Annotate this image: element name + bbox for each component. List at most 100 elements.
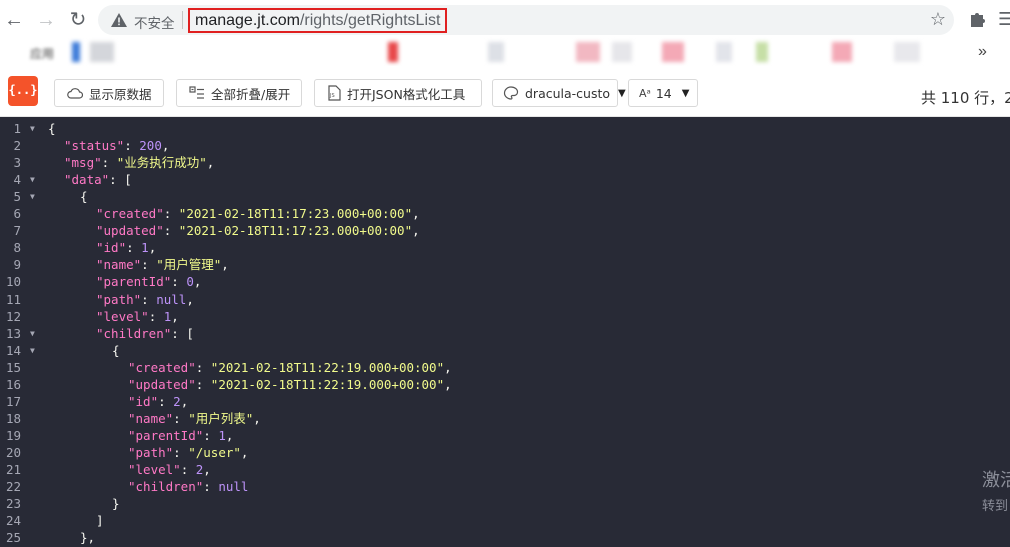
line-number: 12 <box>5 308 21 324</box>
json-number: 1 <box>218 427 226 443</box>
code-line[interactable]: 8 "id": 1, <box>0 239 1010 256</box>
chevron-down-icon: ▼ <box>681 87 690 99</box>
font-size-select[interactable]: Aᵃ 14 ▼ <box>628 79 698 107</box>
line-number: 9 <box>13 257 21 273</box>
palette-icon <box>503 86 519 100</box>
code-line[interactable]: 9 "name": "用户管理", <box>0 256 1010 273</box>
warning-icon[interactable] <box>110 11 128 29</box>
code-line[interactable]: 18 "name": "用户列表", <box>0 410 1010 427</box>
json-string: "用户管理" <box>156 257 222 273</box>
fold-toggle-icon[interactable]: ▼ <box>30 171 35 188</box>
open-json-tool-button[interactable]: JS 打开JSON格式化工具 <box>314 79 482 107</box>
extensions-puzzle-icon[interactable] <box>968 10 986 28</box>
code-content: "path": null, <box>96 291 194 308</box>
browser-menu-icon[interactable]: ☰ <box>998 9 1010 30</box>
json-punctuation: : <box>163 223 179 239</box>
bookmark-item[interactable] <box>576 42 600 62</box>
json-code-editor[interactable]: 1 ▼{2 "status": 200, 3 "msg": "业务执行成功", 4 ▼ "da… <box>0 117 1010 547</box>
bookmark-item[interactable] <box>488 42 504 62</box>
line-number: 4 <box>13 172 21 188</box>
url-text[interactable]: manage.jt.com/rights/getRightsList <box>188 8 448 33</box>
bookmark-item[interactable] <box>90 42 114 62</box>
code-line[interactable]: 19 "parentId": 1, <box>0 427 1010 444</box>
line-number: 18 <box>5 410 21 426</box>
code-line[interactable]: 2 "status": 200, <box>0 137 1010 154</box>
fold-toggle-button[interactable]: 全部折叠/展开 <box>176 79 302 107</box>
json-punctuation: , <box>225 427 234 443</box>
fold-toggle-icon[interactable]: ▼ <box>30 325 35 342</box>
line-number: 25 <box>5 530 21 546</box>
code-line[interactable]: 24] <box>0 512 1010 529</box>
code-line[interactable]: 11 "path": null, <box>0 291 1010 308</box>
json-punctuation: , <box>240 444 249 460</box>
show-raw-button[interactable]: 显示原数据 <box>54 79 164 107</box>
bookmark-item[interactable] <box>72 42 80 62</box>
bookmark-item[interactable] <box>756 42 768 62</box>
line-number: 3 <box>13 155 21 171</box>
line-number: 22 <box>5 479 21 495</box>
security-status-label[interactable]: 不安全 <box>134 12 175 32</box>
code-line[interactable]: 1 ▼ { <box>0 120 1010 137</box>
font-size-icon: Aᵃ <box>639 86 651 100</box>
code-line[interactable]: 20 "path": "/user", <box>0 444 1010 461</box>
code-line[interactable]: 25}, <box>0 529 1010 546</box>
line-number: 21 <box>5 462 21 477</box>
fold-toggle-icon[interactable]: ▼ <box>30 120 35 137</box>
bookmark-item[interactable] <box>662 42 684 62</box>
line-number: 16 <box>5 376 21 392</box>
code-line[interactable]: 13 ▼ "children": [ <box>0 325 1010 342</box>
code-content: "children": null <box>128 478 248 495</box>
line-number: 11 <box>5 291 21 307</box>
bookmark-item[interactable] <box>832 42 852 62</box>
json-string: "业务执行成功" <box>116 155 207 171</box>
code-content: "data": [ <box>64 171 132 188</box>
json-string: "/user" <box>188 444 241 460</box>
json-key: "updated" <box>96 223 164 239</box>
theme-select[interactable]: dracula-custo ▼ <box>492 79 626 107</box>
fold-icon <box>189 86 204 99</box>
bookmark-item[interactable] <box>894 42 920 62</box>
line-count-label: 共 110 行，2 <box>921 89 1010 107</box>
code-line[interactable]: 14 ▼ { <box>0 342 1010 359</box>
code-line[interactable]: 3 "msg": "业务执行成功", <box>0 154 1010 171</box>
code-line[interactable]: 21 "level": 2, <box>0 461 1010 478</box>
fold-toggle-icon[interactable]: ▼ <box>30 342 35 359</box>
line-number: 10 <box>5 274 21 290</box>
code-line[interactable]: 5 ▼ { <box>0 188 1010 205</box>
code-line[interactable]: 7 "updated": "2021-02-18T11:17:23.000+00:… <box>0 222 1010 239</box>
bookmark-apps[interactable]: 应用 <box>30 45 54 62</box>
json-punctuation: , <box>161 138 170 154</box>
svg-text:JS: JS <box>329 93 335 99</box>
code-line[interactable]: 23} <box>0 495 1010 512</box>
json-punctuation: { <box>80 189 88 205</box>
url-divider <box>182 11 183 29</box>
code-line[interactable]: 4 ▼ "data": [ <box>0 171 1010 188</box>
bookmark-star-icon[interactable]: ☆ <box>930 9 946 30</box>
code-line[interactable]: 22 "children": null <box>0 478 1010 495</box>
bookmark-item[interactable] <box>716 42 732 62</box>
fold-toggle-icon[interactable]: ▼ <box>30 188 35 205</box>
code-content: "name": "用户列表", <box>128 410 261 427</box>
bookmarks-overflow-icon[interactable]: » <box>978 43 987 61</box>
json-key: "status" <box>64 138 125 154</box>
code-line[interactable]: 17 "id": 2, <box>0 393 1010 410</box>
code-line[interactable]: 15 "created": "2021-02-18T11:22:19.000+00… <box>0 359 1010 376</box>
code-line[interactable]: 6 "created": "2021-02-18T11:17:23.000+00:… <box>0 205 1010 222</box>
forward-arrow-icon[interactable]: → <box>34 8 58 32</box>
back-arrow-icon[interactable]: ← <box>2 8 26 32</box>
code-line[interactable]: 16 "updated": "2021-02-18T11:22:19.000+00… <box>0 376 1010 393</box>
json-punctuation: , <box>206 155 215 171</box>
line-number: 20 <box>5 444 21 460</box>
address-bar[interactable]: 不安全 manage.jt.com/rights/getRightsList ☆ <box>98 5 954 35</box>
reload-icon[interactable]: ↻ <box>66 8 90 32</box>
bookmark-item[interactable] <box>388 42 398 62</box>
code-content: { <box>80 188 88 205</box>
json-number: 1 <box>141 240 149 256</box>
activation-watermark-title: 激活 <box>982 470 1010 491</box>
code-content: "parentId": 0, <box>96 273 201 290</box>
code-line[interactable]: 12 "level": 1, <box>0 308 1010 325</box>
bookmark-item[interactable] <box>612 42 632 62</box>
json-viewer-logo[interactable]: {..} <box>8 76 38 106</box>
code-line[interactable]: 10 "parentId": 0, <box>0 273 1010 290</box>
json-punctuation: : <box>101 155 117 171</box>
